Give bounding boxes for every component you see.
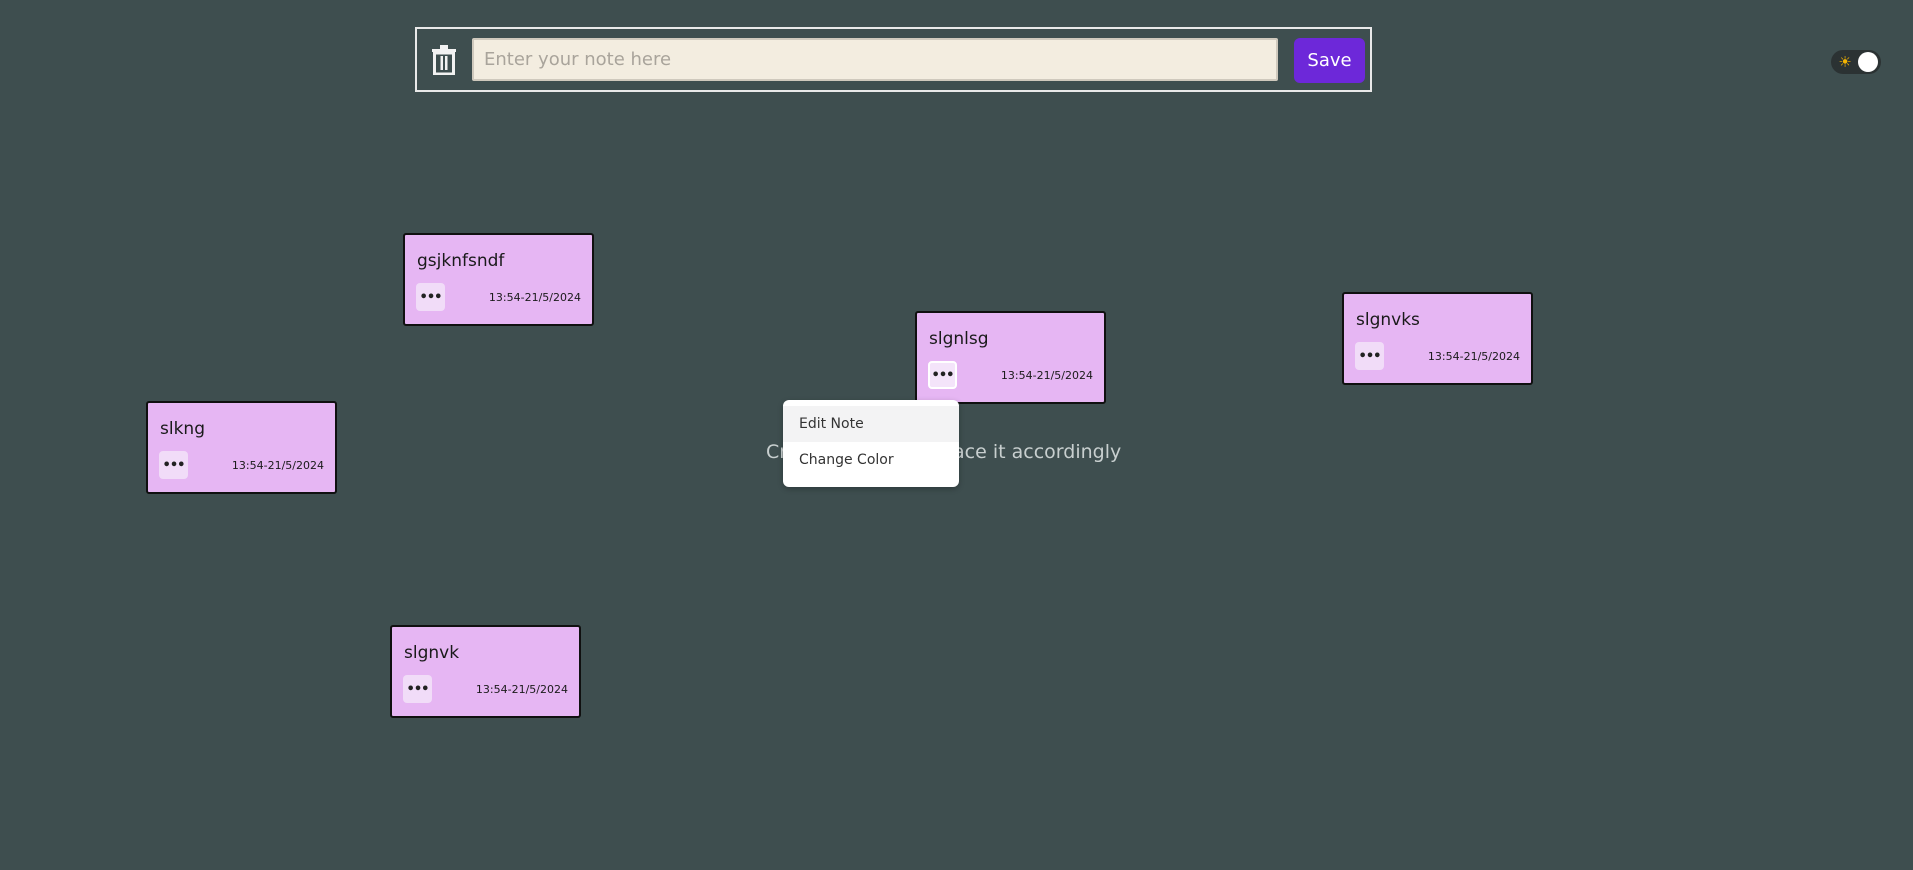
note-menu-button[interactable]: •••	[403, 675, 432, 703]
note-title: slgnvk	[404, 643, 460, 663]
note-menu-button[interactable]: •••	[159, 451, 188, 479]
delete-button[interactable]	[425, 41, 463, 79]
note-timestamp: 13:54-21/5/2024	[488, 291, 581, 304]
note-title: slkng	[160, 419, 205, 439]
trash-icon	[432, 45, 456, 75]
more-icon: •••	[406, 681, 430, 697]
note-timestamp: 13:54-21/5/2024	[1000, 369, 1093, 382]
note-card[interactable]: gsjknfsndf ••• 13:54-21/5/2024	[403, 233, 594, 326]
note-input[interactable]	[472, 38, 1278, 81]
sun-icon: ☀	[1838, 53, 1852, 71]
note-timestamp: 13:54-21/5/2024	[475, 683, 568, 696]
note-card[interactable]: slkng ••• 13:54-21/5/2024	[146, 401, 337, 494]
more-icon: •••	[1358, 348, 1382, 364]
note-menu-button[interactable]: •••	[1355, 342, 1384, 370]
notes-app: Save ☀ Create notes and place it accordi…	[0, 0, 1913, 870]
more-icon: •••	[419, 289, 443, 305]
theme-toggle[interactable]: ☀	[1831, 50, 1881, 74]
menu-item-change-color[interactable]: Change Color	[783, 442, 959, 478]
note-title: gsjknfsndf	[417, 251, 505, 271]
note-card[interactable]: slgnvks ••• 13:54-21/5/2024	[1342, 292, 1533, 385]
toggle-knob	[1858, 52, 1878, 72]
more-icon: •••	[162, 457, 186, 473]
save-button[interactable]: Save	[1294, 38, 1365, 83]
note-title: slgnvks	[1356, 310, 1420, 330]
more-icon: •••	[931, 367, 955, 383]
note-context-menu: Edit Note Change Color	[783, 400, 959, 487]
menu-item-edit-note[interactable]: Edit Note	[783, 406, 959, 442]
note-menu-button[interactable]: •••	[928, 361, 957, 389]
note-input-bar: Save	[415, 27, 1372, 92]
note-title: slgnlsg	[929, 329, 989, 349]
note-card[interactable]: slgnlsg ••• 13:54-21/5/2024	[915, 311, 1106, 404]
note-menu-button[interactable]: •••	[416, 283, 445, 311]
note-timestamp: 13:54-21/5/2024	[231, 459, 324, 472]
note-card[interactable]: slgnvk ••• 13:54-21/5/2024	[390, 625, 581, 718]
note-timestamp: 13:54-21/5/2024	[1427, 350, 1520, 363]
